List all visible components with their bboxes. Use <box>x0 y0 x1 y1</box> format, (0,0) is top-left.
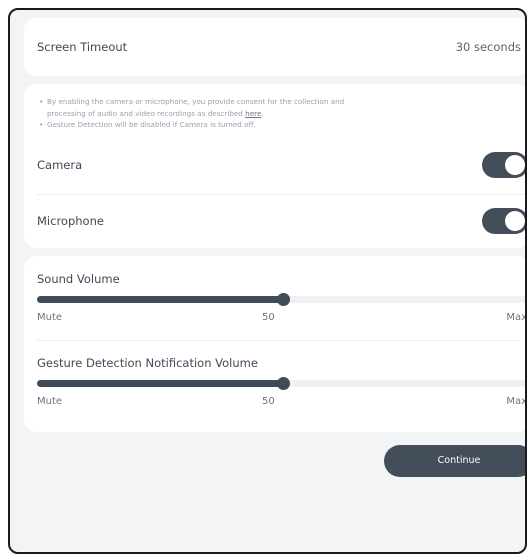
gesture-volume-thumb[interactable] <box>277 377 290 390</box>
sound-volume-label: Sound Volume <box>37 272 120 286</box>
sound-volume-thumb[interactable] <box>277 293 290 306</box>
microphone-toggle[interactable] <box>482 208 525 234</box>
bullet-icon: • <box>39 120 44 129</box>
microphone-toggle-knob <box>505 211 525 231</box>
gesture-volume-label: Gesture Detection Notification Volume <box>37 356 258 370</box>
sound-volume-max-label: Max <box>506 312 527 323</box>
screen-timeout-row[interactable]: Screen Timeout 30 seconds <box>24 18 525 76</box>
microphone-label: Microphone <box>37 214 104 228</box>
screen-timeout-value[interactable]: 30 seconds <box>456 40 521 54</box>
camera-toggle-knob <box>505 155 525 175</box>
bullet-icon: • <box>39 97 44 106</box>
media-permissions-card: • By enabling the camera or microphone, … <box>24 84 525 248</box>
gesture-note-text: Gesture Detection will be disabled if Ca… <box>47 120 256 129</box>
sound-volume-slider[interactable] <box>37 293 525 306</box>
camera-label: Camera <box>37 158 83 172</box>
gesture-note: • Gesture Detection will be disabled if … <box>37 119 517 131</box>
consent-notes: • By enabling the camera or microphone, … <box>37 96 517 131</box>
consent-note: • By enabling the camera or microphone, … <box>37 96 517 108</box>
consent-note-continued: processing of audio and video recordings… <box>37 108 517 120</box>
camera-toggle[interactable] <box>482 152 525 178</box>
gesture-volume-fill <box>37 380 283 387</box>
gesture-volume-value-label: 50 <box>262 396 275 407</box>
gesture-volume-min-label: Mute <box>37 396 63 407</box>
consent-note-period: . <box>261 108 264 118</box>
sound-volume-fill <box>37 296 283 303</box>
gesture-volume-max-label: Max <box>506 396 527 407</box>
consent-details-link[interactable]: here <box>245 109 261 118</box>
volume-card: Sound Volume Mute 50 Max Gesture Detecti… <box>24 256 527 432</box>
gesture-volume-slider[interactable] <box>37 377 525 390</box>
sound-volume-min-label: Mute <box>37 312 63 323</box>
screen-timeout-label: Screen Timeout <box>37 40 128 54</box>
divider <box>37 194 525 195</box>
sound-volume-value-label: 50 <box>262 312 275 323</box>
consent-note-text-2: processing of audio and video recordings… <box>47 108 246 118</box>
continue-button[interactable]: Continue <box>384 445 525 477</box>
divider <box>37 340 519 341</box>
settings-window: Screen Timeout 30 seconds • By enabling … <box>8 8 527 554</box>
consent-note-text: By enabling the camera or microphone, yo… <box>47 97 345 106</box>
